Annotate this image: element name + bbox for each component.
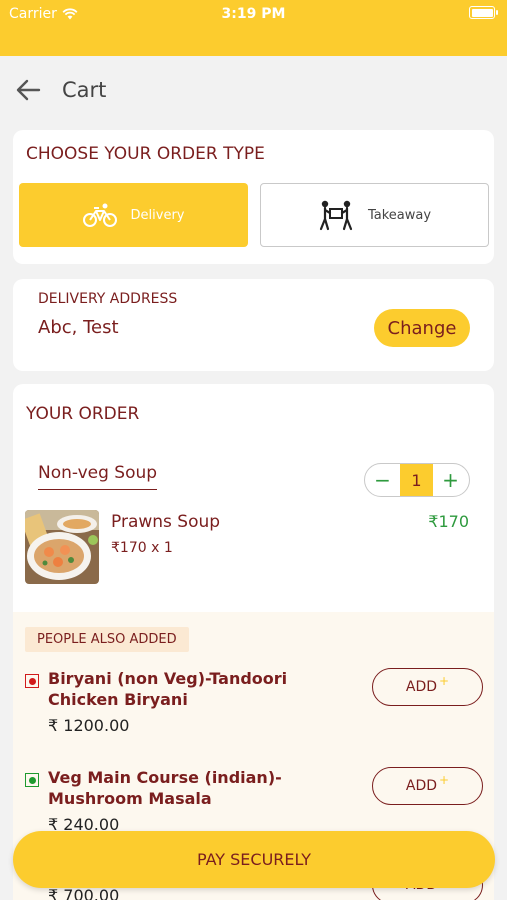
your-order-card: YOUR ORDER Non-veg Soup − 1 + Prawns Sou…: [13, 384, 494, 900]
takeaway-option-button[interactable]: Takeaway: [260, 183, 489, 247]
recommended-item-price: ₹ 700.00: [48, 886, 120, 900]
battery-icon: [469, 6, 498, 19]
quantity-value: 1: [400, 464, 433, 496]
delivery-option-button[interactable]: Delivery: [19, 183, 248, 247]
pay-securely-button[interactable]: PAY SECURELY: [13, 831, 495, 888]
increase-quantity-button[interactable]: +: [433, 464, 468, 496]
page-title: Cart: [62, 78, 107, 102]
order-category-name: Non-veg Soup: [38, 463, 158, 490]
plus-icon: +: [439, 674, 450, 688]
delivery-label: Delivery: [130, 207, 185, 223]
delivery-address-card: DELIVERY ADDRESS Abc, Test Change: [13, 279, 494, 371]
recommended-item-name: Veg Main Course (indian)-Mushroom Masala: [48, 768, 282, 808]
veg-icon: [25, 773, 39, 787]
back-arrow-icon: [16, 79, 41, 101]
status-time: 3:19 PM: [221, 6, 286, 22]
recommended-item: Veg Main Course (indian)-Mushroom Masala…: [25, 767, 485, 837]
bicycle-icon: [82, 203, 117, 227]
recommended-item: Biryani (non Veg)-Tandoori Chicken Birya…: [25, 668, 485, 738]
prawns-soup-image: [25, 510, 99, 584]
order-item-total: ₹170: [428, 512, 469, 531]
status-bar: Carrier 3:19 PM: [0, 0, 507, 56]
order-item-name: Prawns Soup: [111, 512, 221, 532]
order-type-title: CHOOSE YOUR ORDER TYPE: [26, 144, 265, 164]
order-item-unit-price: ₹170 x 1: [111, 540, 173, 556]
non-veg-icon: [25, 674, 39, 688]
add-item-button[interactable]: ADD+: [372, 767, 483, 805]
your-order-title: YOUR ORDER: [26, 404, 140, 424]
quantity-stepper: − 1 +: [364, 463, 470, 497]
takeaway-label: Takeaway: [367, 207, 432, 223]
nav-bar: Cart: [0, 56, 507, 124]
recommended-item-name: Biryani (non Veg)-Tandoori Chicken Birya…: [48, 669, 288, 709]
order-type-card: CHOOSE YOUR ORDER TYPE Delivery Takeaway: [13, 130, 494, 264]
delivery-address-value: Abc, Test: [38, 317, 119, 338]
add-item-button[interactable]: ADD+: [372, 668, 483, 706]
change-address-button[interactable]: Change: [374, 309, 470, 347]
add-label: ADD: [405, 778, 438, 794]
takeaway-people-icon: [319, 200, 353, 231]
recommended-item-price: ₹ 1200.00: [48, 716, 130, 735]
plus-icon: +: [439, 773, 450, 787]
battery-fill: [471, 8, 493, 17]
decrease-quantity-button[interactable]: −: [365, 464, 400, 496]
back-button[interactable]: [0, 62, 56, 118]
people-also-added-title: PEOPLE ALSO ADDED: [25, 627, 189, 652]
add-label: ADD: [405, 679, 438, 695]
delivery-address-label: DELIVERY ADDRESS: [38, 291, 178, 307]
